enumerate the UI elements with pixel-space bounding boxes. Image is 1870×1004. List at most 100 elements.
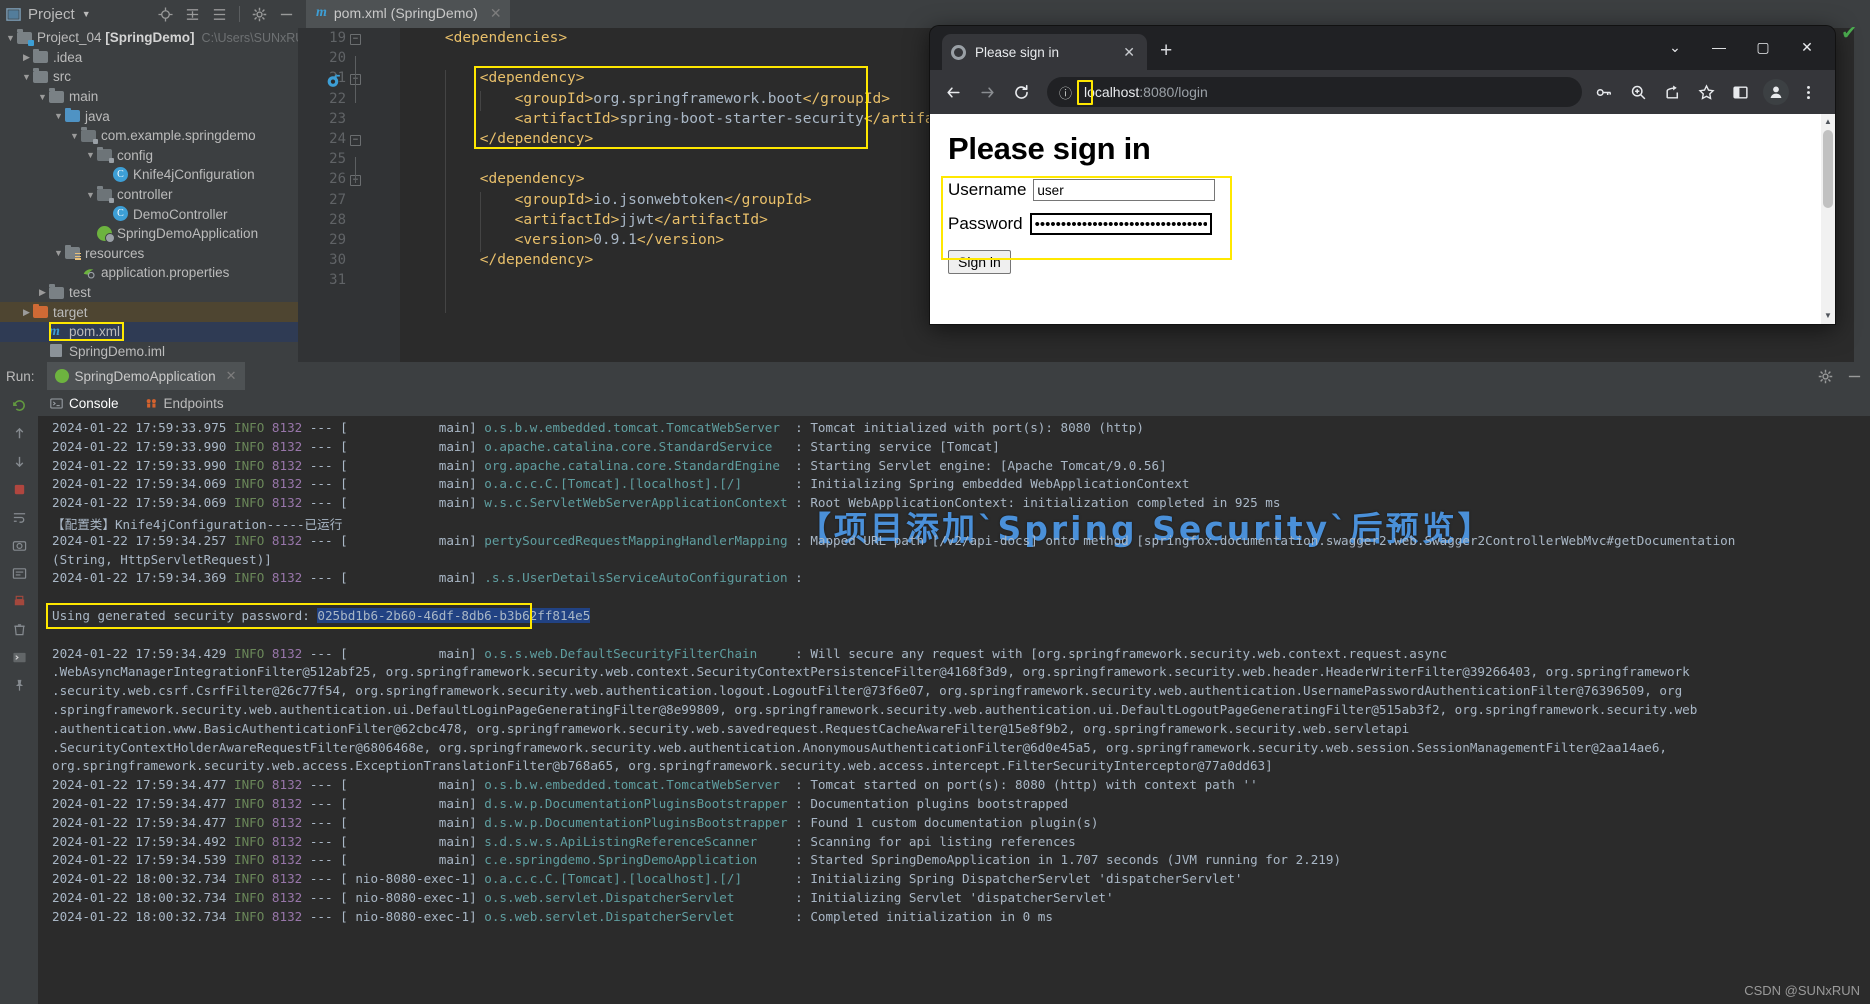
- camera-icon[interactable]: [12, 538, 27, 553]
- fold-marker[interactable]: −: [350, 135, 361, 146]
- browser-menu-button[interactable]: [1793, 77, 1823, 107]
- code-line[interactable]: <groupId>org.springframework.boot</group…: [515, 91, 890, 107]
- project-tree[interactable]: ▼ Project_04 [SpringDemo] C:\Users\SUNxRUI…: [0, 28, 298, 362]
- editor-gutter[interactable]: 19202122232425262728293031−−−−: [298, 28, 400, 362]
- code-line[interactable]: <dependencies>: [445, 30, 567, 46]
- run-configuration-tab[interactable]: SpringDemoApplication ✕: [46, 362, 245, 390]
- code-line[interactable]: <version>0.9.1</version>: [515, 232, 725, 248]
- stop-icon[interactable]: [12, 482, 27, 497]
- code-line[interactable]: <artifactId>spring-boot-starter-security…: [515, 111, 978, 127]
- tree-item-democontroller[interactable]: ▶CDemoController: [0, 204, 298, 224]
- wrap-text-icon[interactable]: [12, 510, 27, 525]
- tree-item-target[interactable]: ▶ target: [0, 302, 298, 322]
- username-input[interactable]: [1033, 179, 1216, 201]
- tab-search-icon[interactable]: ⌄: [1653, 32, 1697, 62]
- rerun-icon[interactable]: [12, 398, 27, 413]
- tree-item-config[interactable]: ▼ config: [0, 146, 298, 166]
- tree-item-src[interactable]: ▼ src: [0, 67, 298, 87]
- minimize-button[interactable]: —: [1697, 32, 1741, 62]
- chevron-right-icon[interactable]: ▶: [20, 52, 33, 63]
- bookmark-star-icon[interactable]: [1691, 77, 1721, 107]
- tree-item-project-04[interactable]: ▼ Project_04 [SpringDemo] C:\Users\SUNxRUI: [0, 28, 298, 48]
- tree-item-knife4jconfiguration[interactable]: ▶CKnife4jConfiguration: [0, 165, 298, 185]
- expand-all-icon[interactable]: [185, 7, 200, 22]
- editor-tab-pom-xml[interactable]: m pom.xml (SpringDemo) ✕: [306, 0, 510, 28]
- reload-button[interactable]: [1006, 77, 1036, 107]
- maven-reload-icon[interactable]: [325, 72, 342, 89]
- side-panel-icon[interactable]: [1725, 77, 1755, 107]
- chevron-down-icon[interactable]: ▼: [36, 92, 49, 102]
- minimize-icon[interactable]: [279, 7, 294, 22]
- chevron-down-icon[interactable]: ▼: [68, 131, 81, 141]
- collapse-all-icon[interactable]: [212, 7, 227, 22]
- tree-item-resources[interactable]: ▼ resources: [0, 244, 298, 264]
- tree-item-java[interactable]: ▼ java: [0, 106, 298, 126]
- close-icon[interactable]: ✕: [226, 368, 237, 384]
- share-icon[interactable]: [1657, 77, 1687, 107]
- scroll-down-icon[interactable]: [12, 454, 27, 469]
- chevron-down-icon[interactable]: ▼: [52, 248, 65, 258]
- chevron-down-icon[interactable]: ▼: [4, 33, 17, 43]
- chevron-right-icon[interactable]: ▶: [36, 287, 49, 298]
- fold-marker[interactable]: −: [350, 34, 361, 45]
- tree-item-application-properties[interactable]: ▶application.properties: [0, 263, 298, 283]
- console-output[interactable]: 【项目添加`Spring Security`后预览】 2024-01-22 17…: [38, 416, 1870, 1004]
- tree-item-idea[interactable]: ▶ .idea: [0, 48, 298, 68]
- code-line[interactable]: </dependency>: [480, 131, 594, 147]
- chevron-down-icon[interactable]: ▼: [20, 72, 33, 82]
- tree-item-com-example-springdemo[interactable]: ▼ com.example.springdemo: [0, 126, 298, 146]
- tree-item-main[interactable]: ▼ main: [0, 87, 298, 107]
- close-icon[interactable]: ✕: [490, 5, 502, 22]
- profile-avatar[interactable]: [1763, 79, 1789, 105]
- maximize-button[interactable]: ▢: [1741, 32, 1785, 62]
- address-bar[interactable]: ⓘ localhost:8080/login: [1047, 77, 1582, 107]
- forward-button[interactable]: [972, 77, 1002, 107]
- generated-password-value[interactable]: 025bd1b6-2b60-46df-8db6-b3b62ff814e5: [317, 608, 591, 623]
- browser-tab[interactable]: Please sign in ✕: [942, 34, 1147, 70]
- scroll-down-arrow-icon[interactable]: ▼: [1821, 308, 1835, 324]
- minimize-icon[interactable]: [1847, 369, 1862, 384]
- code-line[interactable]: <dependency>: [480, 70, 585, 86]
- sign-in-button[interactable]: Sign in: [948, 250, 1011, 274]
- tree-item-pom-xml[interactable]: ▶mpom.xml: [0, 321, 298, 342]
- tab-console[interactable]: Console: [50, 396, 119, 411]
- gear-icon[interactable]: [252, 7, 267, 22]
- chevron-down-icon[interactable]: ▼: [82, 9, 91, 19]
- close-icon[interactable]: ✕: [1120, 44, 1138, 61]
- scrollbar-thumb[interactable]: [1823, 130, 1833, 208]
- gear-icon[interactable]: [1818, 369, 1833, 384]
- code-line[interactable]: <dependency>: [480, 171, 585, 187]
- tree-item-springdemoapplication[interactable]: ▶SpringDemoApplication: [0, 224, 298, 244]
- new-tab-button[interactable]: +: [1160, 40, 1172, 61]
- tree-item-controller[interactable]: ▼ controller: [0, 185, 298, 205]
- code-line[interactable]: <groupId>io.jsonwebtoken</groupId>: [515, 192, 812, 208]
- chevron-down-icon[interactable]: ▼: [84, 150, 97, 160]
- print-icon[interactable]: [12, 594, 27, 609]
- password-key-icon[interactable]: [1589, 77, 1619, 107]
- chevron-right-icon[interactable]: ▶: [20, 307, 33, 318]
- chevron-down-icon[interactable]: ▼: [84, 190, 97, 200]
- locate-icon[interactable]: [158, 6, 173, 22]
- zoom-icon[interactable]: [1623, 77, 1653, 107]
- run-actions-toolbar: [0, 390, 38, 1004]
- code-line[interactable]: <artifactId>jjwt</artifactId>: [515, 212, 768, 228]
- soft-wrap-icon[interactable]: [12, 566, 27, 581]
- pin-icon[interactable]: [12, 678, 27, 693]
- log-pid: 8132: [271, 814, 303, 830]
- tree-item-test[interactable]: ▶ test: [0, 283, 298, 303]
- log-message: Starting Servlet engine: [Apache Tomcat/…: [810, 457, 1167, 473]
- code-line[interactable]: </dependency>: [480, 252, 594, 268]
- scroll-up-icon[interactable]: [12, 426, 27, 441]
- page-scrollbar[interactable]: ▲ ▼: [1821, 114, 1835, 324]
- site-info-icon[interactable]: ⓘ: [1059, 83, 1072, 102]
- terminal-icon[interactable]: [12, 650, 27, 665]
- password-input[interactable]: [1029, 213, 1212, 235]
- chevron-down-icon[interactable]: ▼: [52, 111, 65, 121]
- scroll-up-arrow-icon[interactable]: ▲: [1821, 114, 1835, 130]
- trash-icon[interactable]: [12, 622, 27, 637]
- fold-region-line: [355, 157, 356, 184]
- tree-item-springdemo-iml[interactable]: ▶SpringDemo.iml: [0, 342, 298, 362]
- tab-endpoints[interactable]: Endpoints: [145, 396, 224, 411]
- back-button[interactable]: [938, 77, 968, 107]
- close-button[interactable]: ✕: [1785, 32, 1829, 62]
